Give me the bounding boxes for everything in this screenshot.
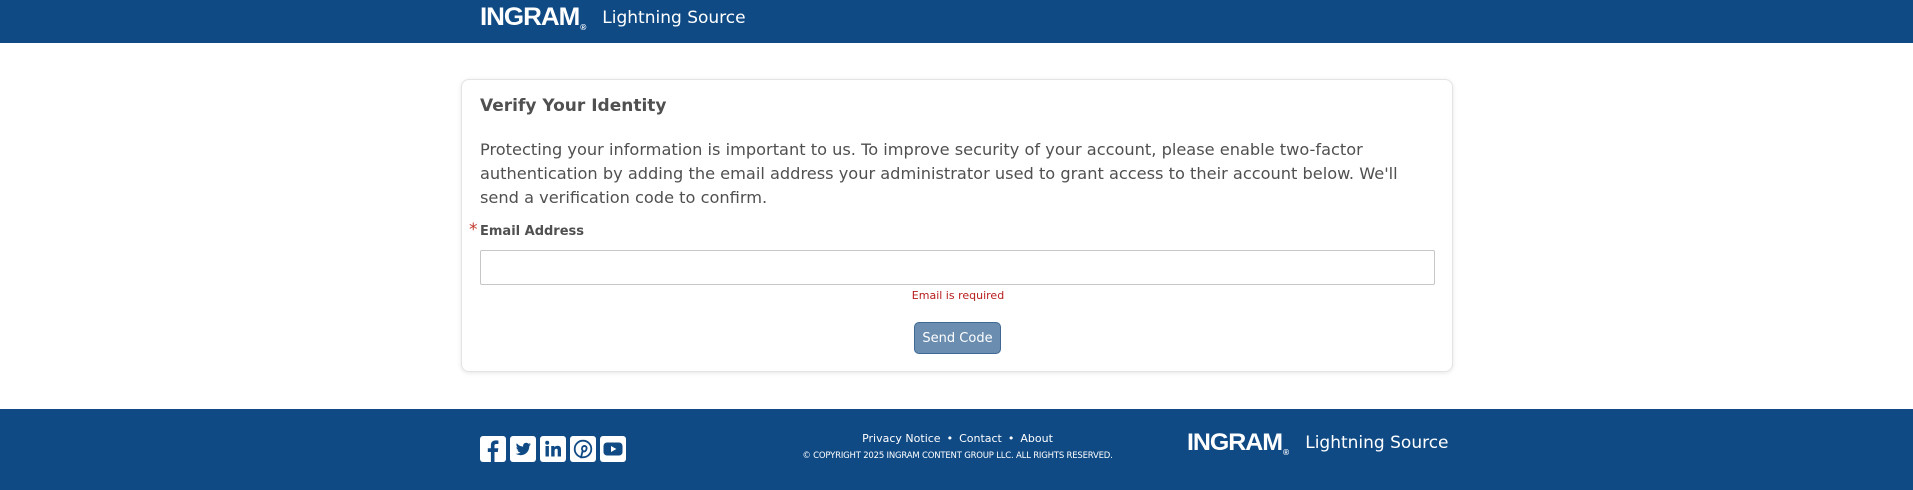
facebook-icon[interactable] [480,436,506,462]
email-field[interactable] [480,250,1435,285]
ingram-logo-text: INGRAM [480,3,580,31]
product-name: Lightning Source [1305,433,1449,453]
verify-identity-card: Verify Your Identity Protecting your inf… [461,79,1453,372]
contact-link[interactable]: Contact [959,432,1002,445]
email-label: Email Address [480,224,585,239]
social-links [480,436,626,462]
registered-mark: ® [1283,448,1290,457]
product-name: Lightning Source [602,7,746,28]
ingram-logo-text: INGRAM [1187,429,1283,456]
email-error-message: Email is required [911,289,1005,302]
registered-mark: ® [580,23,587,32]
link-separator: • [946,432,954,445]
footer: Privacy Notice • Contact • About © COPYRIGHT… [0,409,1913,490]
footer-brand[interactable]: INGRAM® Lightning Source [1187,427,1449,459]
ingram-logo: INGRAM® [480,3,586,32]
send-code-button[interactable]: Send Code [914,322,1001,354]
twitter-icon[interactable] [510,436,536,462]
youtube-icon[interactable] [600,436,626,462]
required-indicator: * [469,220,478,240]
linkedin-icon[interactable] [540,436,566,462]
ingram-logo: INGRAM® [1187,429,1289,457]
link-separator: • [1007,432,1015,445]
pinterest-icon[interactable] [570,436,596,462]
privacy-notice-link[interactable]: Privacy Notice [862,432,940,445]
copyright-text: © COPYRIGHT 2025 INGRAM CONTENT GROUP LL… [802,451,1113,461]
top-header: INGRAM® Lightning Source [0,0,1913,43]
about-link[interactable]: About [1020,432,1053,445]
header-brand[interactable]: INGRAM® Lightning Source [480,0,746,35]
page-title: Verify Your Identity [480,96,667,116]
footer-links: Privacy Notice • Contact • About [780,432,1135,445]
verify-description: Protecting your information is important… [480,140,1398,207]
